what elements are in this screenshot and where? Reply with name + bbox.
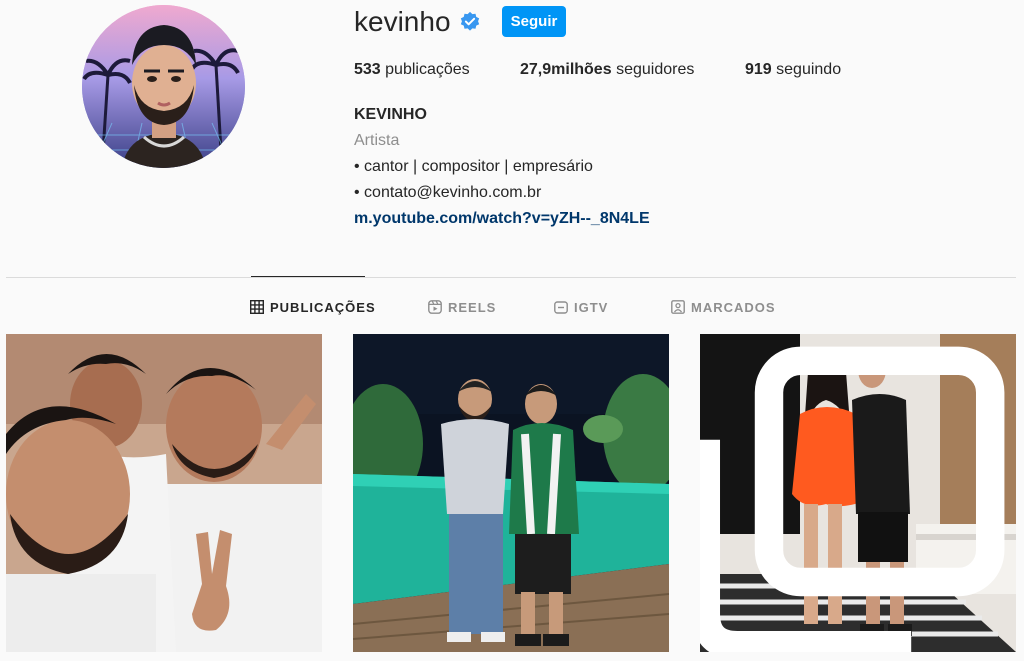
posts-label: publicações bbox=[385, 61, 470, 78]
bio-line-2: • contato@kevinho.com.br bbox=[354, 184, 542, 201]
profile-category: Artista bbox=[354, 132, 400, 149]
tab-igtv[interactable]: IGTV bbox=[554, 298, 671, 316]
follow-button[interactable]: Seguir bbox=[502, 6, 566, 37]
verified-badge-icon bbox=[460, 11, 480, 31]
avatar-illustration bbox=[82, 5, 245, 168]
post-image bbox=[353, 334, 669, 652]
post-image bbox=[6, 334, 322, 652]
tab-label: MARCADOS bbox=[691, 299, 776, 315]
followers-stat[interactable]: 27,9milhões seguidores bbox=[520, 60, 745, 80]
igtv-icon bbox=[554, 301, 568, 314]
tab-publicacoes[interactable]: PUBLICAÇÕES bbox=[250, 298, 428, 316]
tabs-divider bbox=[6, 277, 1016, 278]
reels-icon bbox=[428, 300, 442, 314]
profile-full-name: KEVINHO bbox=[354, 106, 427, 123]
post-thumbnail[interactable] bbox=[353, 334, 669, 652]
grid-icon bbox=[250, 300, 264, 314]
profile-stats: 533 publicações 27,9milhões seguidores 9… bbox=[354, 60, 841, 80]
posts-count: 533 bbox=[354, 61, 381, 78]
profile-avatar[interactable] bbox=[82, 5, 245, 168]
bio-link[interactable]: m.youtube.com/watch?v=yZH--_8N4LE bbox=[354, 210, 650, 227]
tab-label: REELS bbox=[448, 299, 497, 315]
followers-label: seguidores bbox=[616, 61, 695, 78]
tab-reels[interactable]: REELS bbox=[428, 298, 554, 316]
active-tab-indicator bbox=[251, 276, 365, 277]
tab-label: IGTV bbox=[574, 299, 609, 315]
tab-marcados[interactable]: MARCADOS bbox=[671, 298, 776, 316]
followers-count: 27,9milhões bbox=[520, 61, 612, 78]
following-stat[interactable]: 919 seguindo bbox=[745, 60, 841, 80]
profile-bio: KEVINHO Artista • cantor | compositor | … bbox=[354, 102, 650, 232]
profile-username: kevinho bbox=[354, 6, 451, 37]
bio-line-1: • cantor | compositor | empresário bbox=[354, 158, 593, 175]
tab-label: PUBLICAÇÕES bbox=[270, 299, 376, 315]
posts-stat[interactable]: 533 publicações bbox=[354, 60, 520, 80]
post-thumbnail[interactable] bbox=[700, 334, 1016, 652]
following-label: seguindo bbox=[776, 61, 842, 78]
profile-page: kevinho Seguir 533 publicações 27,9milhõ… bbox=[0, 0, 1024, 661]
post-thumbnail[interactable] bbox=[6, 334, 322, 652]
tagged-icon bbox=[671, 300, 685, 314]
following-count: 919 bbox=[745, 61, 772, 78]
multiple-photos-icon bbox=[700, 346, 1005, 652]
profile-tabs: PUBLICAÇÕES REELS IGTV MARCADOS bbox=[250, 298, 776, 316]
